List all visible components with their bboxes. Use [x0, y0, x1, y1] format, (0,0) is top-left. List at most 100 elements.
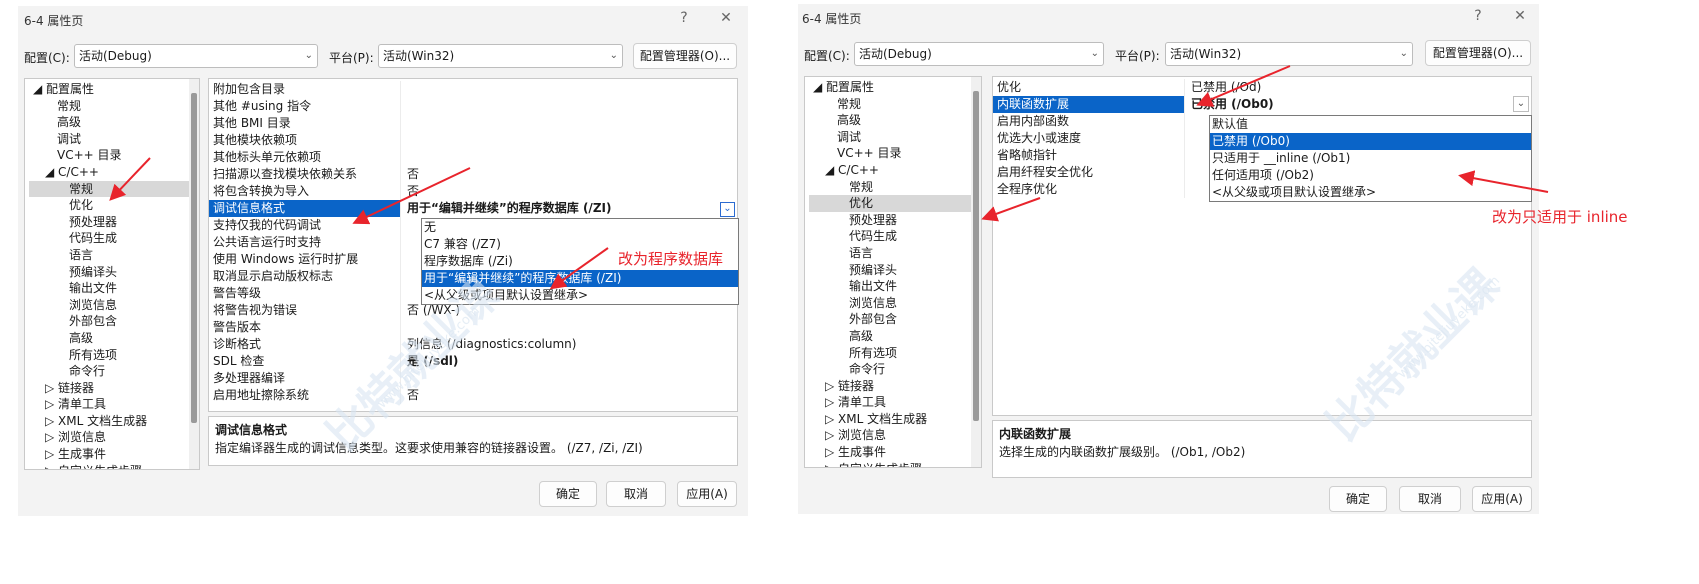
tree-item[interactable]: ▷ 清单工具: [809, 394, 971, 411]
tree-item[interactable]: ▷ 浏览信息: [809, 427, 971, 444]
property-row[interactable]: 警告版本: [209, 319, 737, 336]
property-row[interactable]: 其他模块依赖项: [209, 132, 737, 149]
tree-item[interactable]: ◢ 配置属性: [809, 79, 971, 96]
tree-item[interactable]: 预处理器: [809, 212, 971, 229]
tree-item[interactable]: 所有选项: [809, 345, 971, 362]
tree-item[interactable]: 输出文件: [809, 278, 971, 295]
platform-label: 平台(P):: [1115, 49, 1160, 63]
ok-button[interactable]: 确定: [1329, 486, 1387, 512]
tree-item[interactable]: ▷ 生成事件: [29, 446, 189, 463]
tree-item[interactable]: 命令行: [809, 361, 971, 378]
property-row[interactable]: SDL 检查是 (/sdl): [209, 353, 737, 370]
close-button[interactable]: ✕: [718, 10, 734, 26]
property-row[interactable]: 诊断格式 列信息 (/diagnostics:column): [209, 336, 737, 353]
dropdown-option[interactable]: 已禁用 (/Ob0): [1210, 133, 1531, 150]
dropdown-option[interactable]: 无: [422, 219, 738, 236]
platform-label: 平台(P):: [329, 51, 374, 65]
property-row[interactable]: 附加包含目录: [209, 81, 737, 98]
dropdown-option[interactable]: <从父级或项目默认设置继承>: [1210, 184, 1531, 201]
config-select[interactable]: 活动(Debug) ⌄: [74, 44, 318, 68]
help-button[interactable]: ?: [1470, 8, 1486, 24]
property-row[interactable]: 其他标头单元依赖项: [209, 149, 737, 166]
dropdown-option[interactable]: 只适用于 __inline (/Ob1): [1210, 150, 1531, 167]
tree-item[interactable]: 调试: [29, 131, 189, 148]
tree-item[interactable]: 预编译头: [809, 262, 971, 279]
help-button[interactable]: ?: [676, 10, 692, 26]
property-row[interactable]: 调试信息格式 用于“编辑并继续”的程序数据库 (/ZI): [209, 200, 737, 217]
tree-item[interactable]: 浏览信息: [29, 297, 189, 314]
property-name: 其他标头单元依赖项: [209, 149, 401, 166]
ok-button[interactable]: 确定: [539, 481, 597, 507]
dropdown-toggle[interactable]: ⌄: [720, 202, 735, 217]
platform-select[interactable]: 活动(Win32) ⌄: [378, 44, 623, 68]
tree-item[interactable]: ◢ C/C++: [29, 164, 189, 181]
tree-item[interactable]: 命令行: [29, 363, 189, 380]
dropdown-option[interactable]: 默认值: [1210, 116, 1531, 133]
tree-item[interactable]: 预编译头: [29, 264, 189, 281]
tree-item[interactable]: 语言: [809, 245, 971, 262]
dialog-title: 6-4 属性页: [802, 12, 862, 26]
property-row[interactable]: 启用地址擦除系统否: [209, 387, 737, 404]
dropdown-option[interactable]: 任何适用项 (/Ob2): [1210, 167, 1531, 184]
tree-item[interactable]: 高级: [809, 328, 971, 345]
tree-item[interactable]: ◢ C/C++: [809, 162, 971, 179]
tree-item[interactable]: 高级: [29, 330, 189, 347]
tree-scrollbar[interactable]: [189, 79, 199, 469]
tree-item[interactable]: 常规: [29, 180, 189, 198]
tree-item[interactable]: ▷ XML 文档生成器: [809, 411, 971, 428]
apply-button[interactable]: 应用(A): [1472, 486, 1532, 512]
tree-item[interactable]: 浏览信息: [809, 295, 971, 312]
cancel-button[interactable]: 取消: [1399, 486, 1461, 512]
chevron-down-icon: ⌄: [609, 50, 618, 61]
config-manager-button[interactable]: 配置管理器(O)...: [1425, 40, 1531, 66]
config-select[interactable]: 活动(Debug) ⌄: [854, 42, 1104, 66]
property-row[interactable]: 扫描源以查找模块依赖关系否: [209, 166, 737, 183]
platform-select[interactable]: 活动(Win32) ⌄: [1165, 42, 1413, 66]
dropdown-option[interactable]: <从父级或项目默认设置继承>: [422, 287, 738, 304]
tree-item[interactable]: 常规: [29, 98, 189, 115]
dropdown-toggle[interactable]: ⌄: [1513, 96, 1529, 112]
property-row[interactable]: 其他 #using 指令: [209, 98, 737, 115]
tree-item[interactable]: 优化: [809, 195, 971, 212]
tree-item[interactable]: 代码生成: [29, 230, 189, 247]
apply-button[interactable]: 应用(A): [677, 481, 737, 507]
tree-item[interactable]: 所有选项: [29, 347, 189, 364]
tree-item[interactable]: 优化: [29, 197, 189, 214]
dropdown-option[interactable]: 用于“编辑并继续”的程序数据库 (/ZI): [422, 270, 738, 287]
tree-item[interactable]: 输出文件: [29, 280, 189, 297]
tree-item[interactable]: 常规: [809, 96, 971, 113]
tree-item[interactable]: 语言: [29, 247, 189, 264]
tree-item[interactable]: ▷ 自定义生成步骤: [809, 461, 971, 467]
tree-item[interactable]: 调试: [809, 129, 971, 146]
config-manager-button[interactable]: 配置管理器(O)...: [633, 43, 737, 69]
property-value: 已禁用 (/Ob0): [1191, 97, 1274, 111]
tree-item[interactable]: 代码生成: [809, 228, 971, 245]
tree-item[interactable]: 外部包含: [809, 311, 971, 328]
tree-item[interactable]: 常规: [809, 179, 971, 196]
property-row[interactable]: 其他 BMI 目录: [209, 115, 737, 132]
tree-item[interactable]: 高级: [29, 114, 189, 131]
tree-item[interactable]: ▷ 自定义生成步骤: [29, 463, 189, 469]
tree-item[interactable]: 高级: [809, 112, 971, 129]
tree-scrollbar[interactable]: [971, 77, 981, 467]
config-value: 活动(Debug): [859, 47, 932, 61]
tree-item[interactable]: ▷ 浏览信息: [29, 429, 189, 446]
property-name: 诊断格式: [209, 336, 401, 353]
cancel-button[interactable]: 取消: [606, 481, 666, 507]
property-row[interactable]: 将包含转换为导入否: [209, 183, 737, 200]
tree-item[interactable]: ◢ 配置属性: [29, 81, 189, 98]
tree-item[interactable]: 预处理器: [29, 214, 189, 231]
tree-item[interactable]: ▷ 链接器: [29, 380, 189, 397]
tree-item[interactable]: ▷ 生成事件: [809, 444, 971, 461]
property-row[interactable]: 多处理器编译: [209, 370, 737, 387]
property-row[interactable]: 内联函数扩展 已禁用 (/Ob0): [993, 96, 1531, 113]
tree-item[interactable]: VC++ 目录: [809, 145, 971, 162]
tree-item[interactable]: ▷ XML 文档生成器: [29, 413, 189, 430]
tree-item[interactable]: ▷ 链接器: [809, 378, 971, 395]
property-row[interactable]: 优化 已禁用 (/Od): [993, 79, 1531, 96]
tree-item[interactable]: VC++ 目录: [29, 147, 189, 164]
tree-item[interactable]: 外部包含: [29, 313, 189, 330]
inline-expansion-dropdown[interactable]: 默认值 已禁用 (/Ob0) 只适用于 __inline (/Ob1) 任何适用项 (…: [1209, 115, 1532, 202]
close-button[interactable]: ✕: [1512, 8, 1528, 24]
tree-item[interactable]: ▷ 清单工具: [29, 396, 189, 413]
